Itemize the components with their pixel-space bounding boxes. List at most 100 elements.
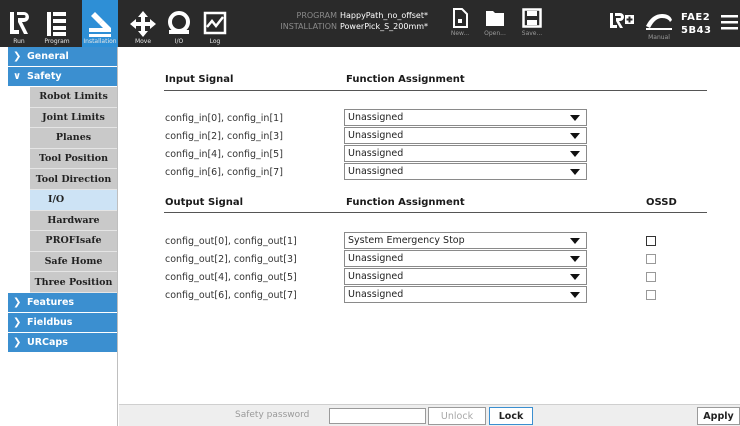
new-button[interactable]: New... xyxy=(444,8,476,42)
dropdown-value: Unassigned xyxy=(348,253,404,264)
top-bar: Run Program Installation Move I/O Log PR… xyxy=(0,0,740,47)
sidebar-item-joint-limits[interactable]: Joint Limits xyxy=(30,107,117,129)
open-label: Open... xyxy=(484,30,506,37)
menu-button[interactable] xyxy=(721,12,738,32)
sidebar-item-label: Features xyxy=(27,296,75,308)
sidebar-item-features[interactable]: ❯ Features xyxy=(8,292,117,313)
bottom-bar: Safety password Unlock Lock Apply xyxy=(119,404,740,426)
new-label: New... xyxy=(450,30,470,37)
installation-key: INSTALLATION xyxy=(280,22,337,31)
chevron-right-icon: ❯ xyxy=(13,51,22,62)
input-function-dropdown[interactable]: Unassigned xyxy=(344,145,587,162)
output-signal-header: Output Signal xyxy=(165,197,244,208)
ur-logo-icon xyxy=(10,12,29,34)
new-file-icon xyxy=(453,8,468,28)
ossd-checkbox[interactable] xyxy=(646,254,656,264)
input-function-dropdown[interactable]: Unassigned xyxy=(344,163,587,180)
sidebar-item-tool-direction[interactable]: Tool Direction xyxy=(30,169,117,190)
dropdown-arrow-icon xyxy=(570,292,580,298)
dropdown-value: Unassigned xyxy=(348,148,404,159)
tab-move-label: Move xyxy=(134,38,152,45)
chevron-right-icon: ❯ xyxy=(13,336,22,348)
safety-password-input[interactable] xyxy=(329,408,426,424)
output-signal-label: config_out[4], config_out[5] xyxy=(165,272,297,283)
safety-io-panel: Input Signal Function Assignment config_… xyxy=(119,47,740,404)
chevron-right-icon: ❯ xyxy=(13,316,22,328)
tab-program-label: Program xyxy=(44,38,70,45)
tab-io-label: I/O xyxy=(174,38,184,45)
output-signal-label: config_out[0], config_out[1] xyxy=(165,236,297,247)
sidebar-item-urcaps[interactable]: ❯ URCaps xyxy=(8,332,117,353)
dropdown-value: Unassigned xyxy=(348,130,404,141)
program-icon xyxy=(47,12,66,36)
output-function-dropdown[interactable]: System Emergency Stop xyxy=(344,232,587,249)
sidebar-item-fieldbus[interactable]: ❯ Fieldbus xyxy=(8,312,117,333)
output-function-dropdown[interactable]: Unassigned xyxy=(344,250,587,267)
sidebar-item-profisafe[interactable]: PROFIsafe xyxy=(30,231,117,252)
tab-move[interactable]: Move xyxy=(124,0,162,47)
installation-name: PowerPick_S_200mm* xyxy=(340,22,429,31)
output-signal-label: config_out[6], config_out[7] xyxy=(165,290,297,301)
log-icon xyxy=(203,11,227,35)
ur-plus-icon xyxy=(610,13,634,28)
sidebar-item-safe-home[interactable]: Safe Home xyxy=(30,251,117,273)
sidebar-item-safety[interactable]: ∨ Safety xyxy=(8,67,117,87)
output-function-dropdown[interactable]: Unassigned xyxy=(344,268,587,285)
open-button[interactable]: Open... xyxy=(479,8,511,42)
mode-label: Manual xyxy=(648,34,670,41)
input-signal-label: config_in[6], config_in[7] xyxy=(165,167,283,178)
manual-mode-icon xyxy=(646,14,672,30)
program-key: PROGRAM xyxy=(296,11,338,20)
save-button[interactable]: Save... xyxy=(516,8,548,42)
sidebar-item-label: Safety xyxy=(27,71,62,82)
tab-program[interactable]: Program xyxy=(38,0,76,47)
lock-button[interactable]: Lock xyxy=(489,407,533,425)
urcaps-button[interactable] xyxy=(606,11,638,45)
dropdown-arrow-icon xyxy=(570,133,580,139)
chevron-right-icon: ❯ xyxy=(13,296,22,308)
sidebar-item-general[interactable]: ❯ General xyxy=(8,47,117,67)
dropdown-value: Unassigned xyxy=(348,271,404,282)
ossd-checkbox[interactable] xyxy=(646,236,656,246)
output-signal-label: config_out[2], config_out[3] xyxy=(165,254,297,265)
input-function-dropdown[interactable]: Unassigned xyxy=(344,127,587,144)
tab-run[interactable]: Run xyxy=(0,0,38,47)
open-folder-icon xyxy=(486,11,504,26)
tab-log-label: Log xyxy=(209,38,221,45)
dropdown-arrow-icon xyxy=(570,274,580,280)
sidebar-item-three-position[interactable]: Three Position xyxy=(30,272,117,293)
dropdown-arrow-icon xyxy=(570,238,580,244)
sidebar-item-io[interactable]: I/O xyxy=(30,189,117,211)
chevron-down-icon: ∨ xyxy=(13,71,22,82)
mode-button[interactable]: Manual xyxy=(643,10,675,44)
unlock-button[interactable]: Unlock xyxy=(428,407,486,425)
sidebar-item-hardware[interactable]: Hardware xyxy=(30,210,117,232)
apply-button[interactable]: Apply xyxy=(697,407,740,425)
tab-run-label: Run xyxy=(13,38,25,45)
robot-name-line2: 5B43 xyxy=(681,25,712,36)
safety-password-label: Safety password xyxy=(235,410,310,420)
tab-io[interactable]: I/O xyxy=(160,0,198,47)
installation-icon xyxy=(89,12,111,37)
io-icon xyxy=(168,11,190,34)
robot-name: FAE2 5B43 xyxy=(681,11,712,37)
dropdown-arrow-icon xyxy=(570,151,580,157)
ossd-checkbox[interactable] xyxy=(646,272,656,282)
move-icon xyxy=(130,11,156,37)
sidebar-item-robot-limits[interactable]: Robot Limits xyxy=(30,87,117,108)
sidebar-item-planes[interactable]: Planes xyxy=(30,128,117,149)
ossd-checkbox[interactable] xyxy=(646,290,656,300)
output-function-dropdown[interactable]: Unassigned xyxy=(344,286,587,303)
input-function-dropdown[interactable]: Unassigned xyxy=(344,109,587,126)
ossd-header: OSSD xyxy=(646,197,677,208)
save-label: Save... xyxy=(521,30,543,37)
input-function-header: Function Assignment xyxy=(346,74,465,85)
input-signal-label: config_in[0], config_in[1] xyxy=(165,113,283,124)
sidebar-item-tool-position[interactable]: Tool Position xyxy=(30,148,117,170)
tab-log[interactable]: Log xyxy=(196,0,234,47)
tab-installation-label: Installation xyxy=(83,38,117,45)
input-signal-header: Input Signal xyxy=(165,74,234,85)
tab-installation[interactable]: Installation xyxy=(82,0,118,47)
dropdown-value: System Emergency Stop xyxy=(348,235,465,246)
sidebar: ❯ General ∨ Safety Robot Limits Joint Li… xyxy=(0,47,118,426)
